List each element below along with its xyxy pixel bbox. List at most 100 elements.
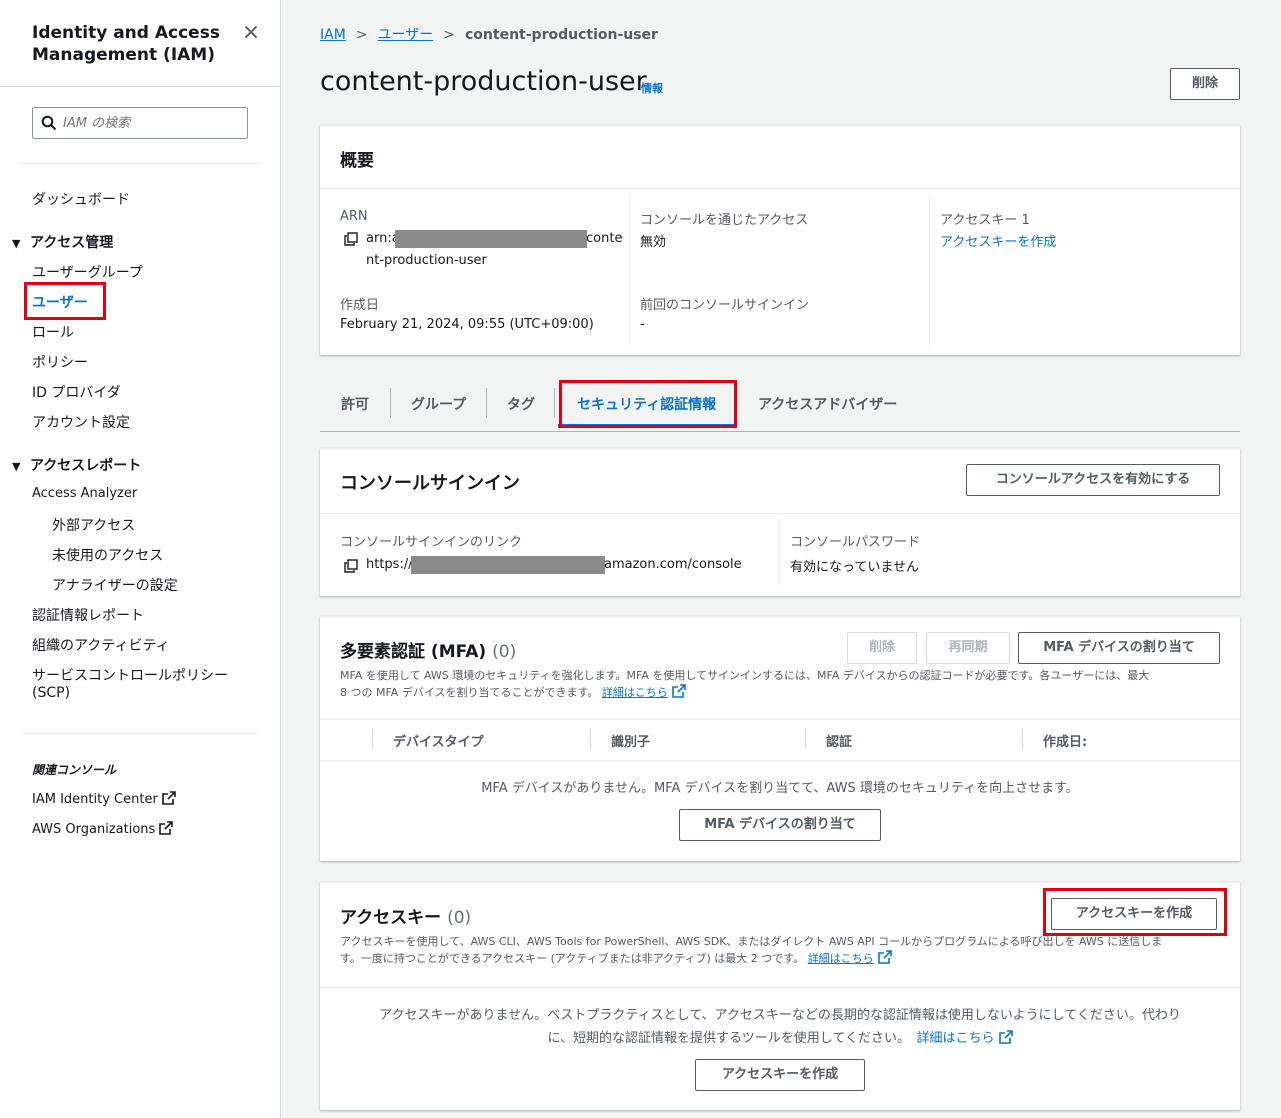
summary-title: 概要 <box>340 151 374 171</box>
tab-bar: 許可 グループ タグ セキュリティ認証情報 アクセスアドバイザー <box>320 380 1240 432</box>
external-link-icon <box>998 1030 1013 1044</box>
copy-icon[interactable] <box>344 559 358 573</box>
access-keys-empty-learn-more-link[interactable]: 詳細はこちら <box>917 1031 995 1046</box>
divider <box>320 188 1240 189</box>
last-signin-label: 前回のコンソールサインイン <box>640 298 810 313</box>
access-keys-learn-more-link[interactable]: 詳細はこちら <box>808 952 874 965</box>
column-divider <box>929 196 930 346</box>
signin-link-suffix: amazon.com/console <box>604 557 742 572</box>
mfa-title: 多要素認証 (MFA) (0) <box>340 642 517 662</box>
nav-access-analyzer[interactable]: Access Analyzer <box>32 486 137 501</box>
nav-unused-access[interactable]: 未使用のアクセス <box>52 545 163 565</box>
nav-organizations[interactable]: AWS Organizations <box>32 821 174 837</box>
access-key-label: アクセスキー 1 <box>940 213 1030 228</box>
column-divider <box>629 196 630 346</box>
console-access-label: コンソールを通じたアクセス <box>640 213 809 228</box>
created-value: February 21, 2024, 09:55 (UTC+09:00) <box>340 317 594 332</box>
nav-external-access[interactable]: 外部アクセス <box>52 515 135 535</box>
console-password-value: 有効になっていません <box>790 560 919 575</box>
nav-analyzer-settings[interactable]: アナライザーの設定 <box>52 575 178 595</box>
caret-down-icon: ▼ <box>12 460 21 473</box>
column-divider <box>372 729 373 749</box>
breadcrumb-users[interactable]: ユーザー <box>378 27 434 43</box>
tab-divider <box>390 388 391 418</box>
mfa-empty-text: MFA デバイスがありません。MFA デバイスを割り当てて、AWS 環境のセキュ… <box>481 781 1079 796</box>
external-link-icon <box>672 684 686 698</box>
sidebar: Identity and Access Management (IAM) × ダ… <box>0 0 281 1118</box>
breadcrumb: IAM > ユーザー > content-production-user <box>320 24 658 44</box>
redacted-block <box>395 230 587 248</box>
search-input[interactable] <box>63 113 243 133</box>
breadcrumb-current: content-production-user <box>465 27 658 43</box>
highlight-box <box>559 380 737 428</box>
column-divider <box>779 519 780 585</box>
tab-tags[interactable]: タグ <box>507 394 535 414</box>
enable-console-access-button[interactable]: コンソールアクセスを有効にする <box>966 464 1220 496</box>
page-title: content-production-user <box>320 66 647 97</box>
tab-groups[interactable]: グループ <box>411 394 466 414</box>
nav-credential-report[interactable]: 認証情報レポート <box>32 605 144 625</box>
search-box[interactable] <box>32 107 248 139</box>
arn-line2: nt-production-user <box>366 253 487 268</box>
divider <box>320 760 1240 761</box>
sidebar-divider <box>20 163 260 164</box>
sidebar-divider <box>0 86 280 87</box>
caret-down-icon: ▼ <box>12 237 21 250</box>
create-access-key-link[interactable]: アクセスキーを作成 <box>940 231 1056 250</box>
tab-divider <box>486 388 487 418</box>
console-signin-card: コンソールサインイン コンソールアクセスを有効にする コンソールサインインのリン… <box>320 448 1240 596</box>
chevron-right-icon: > <box>355 27 368 43</box>
tab-access-advisor[interactable]: アクセスアドバイザー <box>758 394 897 414</box>
assign-mfa-button[interactable]: MFA デバイスの割り当て <box>1018 632 1220 664</box>
mfa-delete-button[interactable]: 削除 <box>847 632 917 664</box>
nav-policies[interactable]: ポリシー <box>32 352 88 372</box>
divider <box>320 987 1240 988</box>
mfa-learn-more-link[interactable]: 詳細はこちら <box>602 686 668 699</box>
access-keys-empty-text-line1: アクセスキーがありません。ベストプラクティスとして、アクセスキーなどの長期的な認… <box>379 1008 1181 1023</box>
console-access-value: 無効 <box>640 235 667 250</box>
external-link-icon <box>161 791 176 805</box>
nav-section-access-reports[interactable]: ▼ アクセスレポート <box>12 455 141 475</box>
nav-org-activity[interactable]: 組織のアクティビティ <box>32 635 170 655</box>
related-consoles-heading: 関連コンソール <box>32 763 117 777</box>
nav-identity-center[interactable]: IAM Identity Center <box>32 791 176 807</box>
chevron-right-icon: > <box>443 27 455 43</box>
divider <box>320 513 1240 514</box>
column-divider <box>590 729 591 749</box>
created-label: 作成日 <box>340 298 380 313</box>
close-icon[interactable]: × <box>240 22 262 44</box>
tab-permissions[interactable]: 許可 <box>341 394 369 414</box>
access-keys-description: アクセスキーを使用して、AWS CLI、AWS Tools for PowerS… <box>340 935 1163 965</box>
column-divider <box>805 729 806 749</box>
nav-dashboard[interactable]: ダッシュボード <box>32 189 130 209</box>
assign-mfa-empty-button[interactable]: MFA デバイスの割り当て <box>679 809 881 841</box>
nav-scp[interactable]: サービスコントロールポリシー (SCP) <box>32 665 228 701</box>
nav-section-access-management[interactable]: ▼ アクセス管理 <box>12 232 113 252</box>
external-link-icon <box>877 950 892 964</box>
nav-account-settings[interactable]: アカウント設定 <box>32 412 130 432</box>
delete-user-button[interactable]: 削除 <box>1170 68 1240 100</box>
copy-icon[interactable] <box>344 232 358 246</box>
tab-divider <box>554 388 555 418</box>
nav-id-providers[interactable]: ID プロバイダ <box>32 382 121 402</box>
column-device-type[interactable]: デバイスタイプ <box>393 731 484 750</box>
highlight-box <box>24 282 106 320</box>
redacted-block <box>411 556 605 574</box>
sidebar-divider <box>20 733 260 734</box>
column-created[interactable]: 作成日: <box>1043 731 1087 750</box>
breadcrumb-iam[interactable]: IAM <box>320 27 346 43</box>
sidebar-title: Identity and Access Management (IAM) <box>32 23 220 65</box>
create-access-key-empty-button[interactable]: アクセスキーを作成 <box>695 1059 865 1091</box>
access-keys-empty-text-line2: に、短期的な認証情報を提供するツールを使用してください。 詳細はこちら <box>320 1027 1240 1046</box>
mfa-resync-button[interactable]: 再同期 <box>926 632 1010 664</box>
column-authentication[interactable]: 認証 <box>826 731 852 750</box>
info-link[interactable]: 情報 <box>641 80 663 96</box>
arn-label: ARN <box>340 209 368 224</box>
column-identifier[interactable]: 識別子 <box>611 731 650 750</box>
signin-link-prefix: https:// <box>366 557 413 572</box>
last-signin-value: - <box>640 317 645 332</box>
highlight-box <box>1043 888 1227 936</box>
access-keys-title: アクセスキー (0) <box>340 908 472 928</box>
nav-roles[interactable]: ロール <box>32 322 74 342</box>
nav-user-groups[interactable]: ユーザーグループ <box>32 262 143 282</box>
